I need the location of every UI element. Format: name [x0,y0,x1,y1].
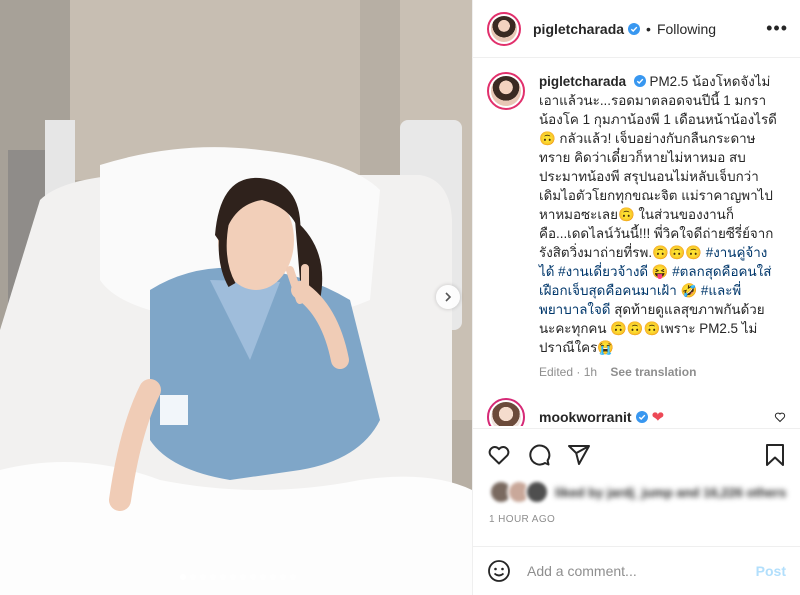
comments-list[interactable]: pigletcharada PM2.5 น้องโหดจังไม่เอาแล้ว… [473,58,800,426]
verified-badge-icon [628,22,641,35]
red-heart-emoji: ❤ [651,409,665,426]
carousel-indicator [178,574,298,580]
verified-badge-icon [635,411,648,423]
verified-badge-icon [633,75,646,87]
post-panel: pigletcharada • Following ••• pigletchar… [472,0,800,595]
emoji: 😝 [651,264,669,279]
emoji-icon[interactable] [487,559,511,583]
caption-meta: Edited · 1h See translation [539,363,777,382]
edited-time: Edited · 1h [539,365,598,379]
caption: pigletcharada PM2.5 น้องโหดจังไม่เอาแล้ว… [473,58,800,382]
add-comment-bar: Post [473,546,800,595]
comment-input[interactable] [525,562,756,580]
comment-username[interactable]: mookworranit [539,409,632,425]
post-header: pigletcharada • Following ••• [473,0,800,58]
caption-body: PM2.5 น้องโหดจังไม่เอาแล้วนะ...รอดมาตลอด… [539,74,777,260]
post-timestamp[interactable]: 1 HOUR AGO [489,514,555,525]
caption-text: pigletcharada PM2.5 น้องโหดจังไม่เอาแล้ว… [539,72,777,382]
emoji: 🤣 [680,283,698,298]
comment-icon[interactable] [527,443,551,467]
next-image-button[interactable] [436,285,460,309]
caption-username[interactable]: pigletcharada [539,74,626,89]
author-username[interactable]: pigletcharada [533,21,624,37]
like-icon[interactable] [487,443,511,467]
action-bar [473,428,800,480]
likes-text[interactable]: liked by jardj_jump and 16,226 others [555,485,786,500]
comment-like-icon[interactable] [774,411,786,423]
likes-summary[interactable]: liked by jardj_jump and 16,226 others [489,480,786,504]
see-translation-link[interactable]: See translation [610,365,696,379]
avatar[interactable] [487,398,525,426]
post-image [0,0,472,595]
share-icon[interactable] [567,443,591,467]
follow-status[interactable]: Following [657,21,716,37]
comment-item: mookworranit ❤ [473,382,800,426]
hashtag-link[interactable]: #งานเดี่ยวจ้างดี [558,264,648,279]
post-comment-button[interactable]: Post [756,563,786,579]
chevron-right-icon [445,292,452,302]
separator-dot: • [646,20,651,37]
more-options-icon[interactable]: ••• [766,18,788,39]
avatar[interactable] [487,72,525,110]
liker-avatar [525,480,549,504]
avatar[interactable] [487,11,521,46]
post-photo[interactable] [0,0,472,595]
bookmark-icon[interactable] [764,443,786,467]
